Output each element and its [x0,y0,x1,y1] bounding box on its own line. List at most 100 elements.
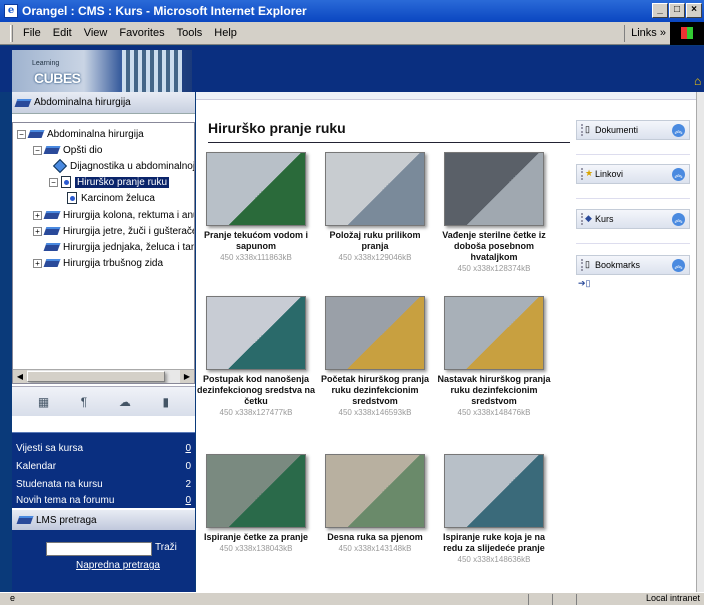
stat-row[interactable]: Kalendar 0 [16,461,191,472]
scrollbar-thumb[interactable] [27,371,165,382]
links-button[interactable]: Links » [624,25,666,42]
tree-node-root[interactable]: − Abdominalna hirurgija [17,127,144,141]
panel-bookmarks[interactable]: ▯ Bookmarks ︽ [576,255,690,275]
gallery-item[interactable]: Ispiranje ruke koja je na redu za slijed… [434,454,554,565]
close-button[interactable]: × [686,3,702,18]
panel-kurs[interactable]: ◆ Kurs ︽ [576,209,690,229]
lms-search-box: Traži Napredna pretraga [12,530,195,592]
panel-body [576,230,690,244]
menu-tools[interactable]: Tools [171,27,209,39]
gallery-thumbnail[interactable] [206,454,306,528]
windows-logo-icon [670,22,704,45]
graduation-cap-icon [43,146,61,154]
document-icon [67,192,77,204]
chat-icon[interactable]: ☁ [119,395,131,409]
graduation-cap-icon [16,516,34,524]
expand-icon[interactable]: + [33,210,42,220]
search-input[interactable] [46,542,152,556]
menu-edit[interactable]: Edit [47,27,78,39]
stat-row[interactable]: Studenata na kursu 2 [16,479,191,490]
collapse-up-icon[interactable]: ︽ [672,213,685,226]
gallery-item[interactable]: Desna ruka sa pjenom 450 x338x143148kB [315,454,435,554]
collapse-up-icon[interactable]: ︽ [672,168,685,181]
scroll-left-icon[interactable]: ◀ [13,370,27,383]
gallery-item[interactable]: Početak hirurškog pranja ruku dezinfekci… [315,296,435,418]
tree-node-kolon[interactable]: + Hirurgija kolona, rektuma i anusa [33,208,194,222]
expand-icon[interactable]: + [33,258,42,268]
tool-strip: ▦ ¶ ☁ ▮ [12,386,195,416]
tree-node-opsti-dio[interactable]: − Opšti dio [33,143,102,157]
menu-favorites[interactable]: Favorites [113,27,170,39]
scroll-right-icon[interactable]: ▶ [180,370,194,383]
gallery-thumbnail[interactable] [444,296,544,370]
ie-icon: e [4,4,18,18]
gallery-thumbnail[interactable] [325,454,425,528]
collapse-up-icon[interactable]: ︽ [672,124,685,137]
tree-horizontal-scrollbar[interactable]: ◀ ▶ [13,369,194,383]
gallery-caption: Ispiranje ruke koja je na redu za slijed… [442,532,546,553]
logo-top-text: Learning [32,60,60,67]
course-header: Abdominalna hirurgija [12,92,195,114]
menu-help[interactable]: Help [208,27,243,39]
graduation-cap-icon [43,243,61,251]
gallery-item[interactable]: Vađenje sterilne četke iz doboša posebno… [434,152,554,274]
gallery-thumbnail[interactable] [206,152,306,226]
collapse-up-icon[interactable]: ︽ [672,259,685,272]
tree-node-trbusni-zid[interactable]: + Hirurgija trbušnog zida [33,256,163,270]
graduation-cap-icon [43,211,61,219]
panel-dokumenti[interactable]: ▯ Dokumenti ︽ [576,120,690,140]
tree-node-karcinom[interactable]: Karcinom želuca [67,191,155,205]
gallery-thumbnail[interactable] [325,296,425,370]
tree-node-dijagnostika[interactable]: Dijagnostika u abdominalnoj h [52,158,194,174]
tree-node-hirursko-pranje[interactable]: − Hirurško pranje ruku [49,175,170,189]
gallery-thumbnail[interactable] [444,454,544,528]
collapse-icon[interactable]: − [17,129,26,139]
graduation-cap-icon [43,227,61,235]
gallery-thumbnail[interactable] [325,152,425,226]
gallery-item[interactable]: Pranje tekućom vodom i sapunom 450 x338x1… [196,152,316,263]
toolbar-grip[interactable] [10,24,13,42]
menu-file[interactable]: File [17,27,47,39]
tree-node-jetra[interactable]: + Hirurgija jetre, žuči i gušterače [33,224,194,238]
gallery-item[interactable]: Položaj ruku prilikom pranja 450 x338x129… [315,152,435,263]
gallery-caption: Pranje tekućom vodom i sapunom [203,230,309,251]
collapse-icon[interactable]: − [49,177,58,187]
learning-cubes-logo[interactable]: Learning CUBES [12,50,192,92]
menu-view[interactable]: View [78,27,114,39]
tree-node-jednjak[interactable]: Hirurgija jednjaka, želuca i tankog [43,240,194,254]
graduation-cap-icon: ◆ [581,213,592,225]
settings-icon[interactable]: ▮ [163,395,170,409]
window-title: Orangel : CMS : Kurs - Microsoft Interne… [22,4,307,18]
expand-icon[interactable]: + [33,226,42,236]
gallery-meta: 450 x338x128374kB [457,264,531,273]
stat-row[interactable]: Novih tema na forumu 0 [16,495,191,506]
left-pane: Abdominalna hirurgija − Abdominalna hirur… [12,92,195,592]
gallery-meta: 450 x338x111863kB [220,253,292,262]
logo-building-graphic [122,50,182,92]
gallery-caption: Vađenje sterilne četke iz doboša posebno… [442,230,546,262]
bookmark-icon: ▯ [581,259,591,271]
site-banner: Learning CUBES [0,46,704,92]
gallery-item[interactable]: Ispiranje četke za pranje 450 x338x138043… [196,454,316,554]
gallery-item[interactable]: Postupak kod nanošenja dezinfekcionog sr… [196,296,316,418]
gallery-thumbnail[interactable] [444,152,544,226]
vertical-scrollbar[interactable] [696,92,704,592]
calendar-icon[interactable]: ▦ [38,395,49,409]
content-top-strip [196,92,696,100]
panel-linkovi[interactable]: ★ Linkovi ︽ [576,164,690,184]
advanced-search-link[interactable]: Napredna pretraga [76,560,160,571]
search-button[interactable]: Traži [155,542,177,553]
document-icon [61,176,71,188]
minimize-button[interactable]: _ [652,3,668,18]
collapse-icon[interactable]: − [33,145,42,155]
pin-icon[interactable]: ¶ [81,395,87,409]
graduation-cap-icon [14,98,32,107]
course-tree: − Abdominalna hirurgija − Opšti dio Dijagn… [12,122,195,384]
gallery-item[interactable]: Nastavak hirurškog pranja ruku dezinfekc… [434,296,554,418]
maximize-button[interactable]: □ [669,3,685,18]
gallery-meta: 450 x338x146593kB [338,408,412,417]
gallery-thumbnail[interactable] [206,296,306,370]
home-icon[interactable]: ⌂ [694,74,704,90]
stat-row[interactable]: Vijesti sa kursa 0 [16,443,191,454]
add-bookmark-icon[interactable]: ➔▯ [578,278,591,289]
